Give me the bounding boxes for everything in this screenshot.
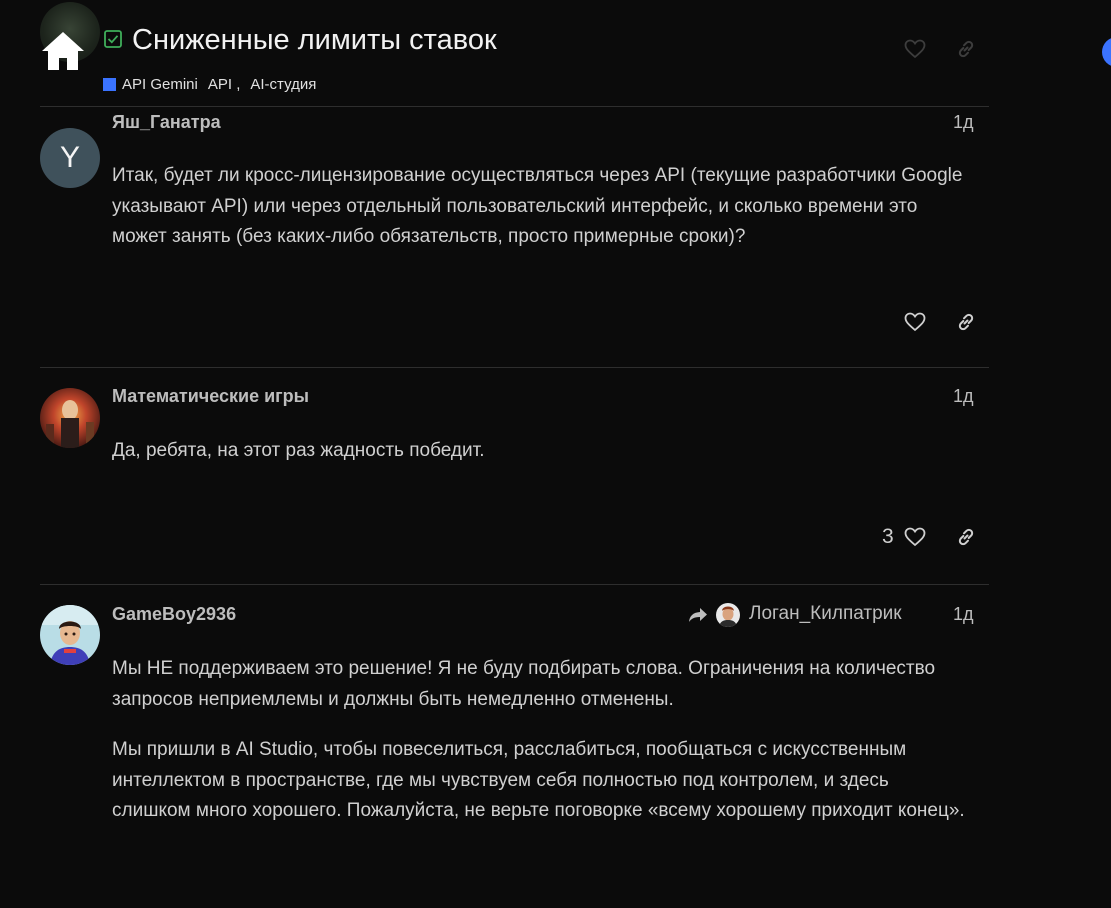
post-date[interactable]: 1д bbox=[953, 112, 974, 133]
post-body: Да, ребята, на этот раз жадность победит… bbox=[112, 436, 972, 487]
user-menu-button[interactable] bbox=[1102, 37, 1111, 67]
like-count[interactable]: 3 bbox=[882, 525, 894, 549]
post-divider bbox=[40, 584, 989, 585]
post-paragraph: Да, ребята, на этот раз жадность победит… bbox=[112, 440, 485, 461]
heart-icon[interactable] bbox=[904, 39, 926, 59]
post-date[interactable]: 1д bbox=[953, 604, 974, 625]
post-date[interactable]: 1д bbox=[953, 386, 974, 407]
post-username[interactable]: Математические игры bbox=[112, 386, 309, 407]
avatar[interactable]: Y bbox=[40, 128, 100, 188]
post-username[interactable]: GameBoy2936 bbox=[112, 604, 236, 625]
post-body: Мы НЕ поддерживаем это решение! Я не буд… bbox=[112, 654, 972, 847]
category-link[interactable]: API Gemini bbox=[122, 76, 198, 93]
avatar[interactable] bbox=[40, 388, 100, 448]
link-icon[interactable] bbox=[955, 38, 977, 60]
reply-to-avatar[interactable] bbox=[716, 603, 740, 627]
reply-to-username[interactable]: Логан_Килпатрик bbox=[749, 603, 902, 625]
category-color-badge bbox=[103, 78, 116, 91]
post-body: Итак, будет ли кросс-лицензирование осущ… bbox=[112, 161, 972, 273]
post-username[interactable]: Яш_Ганатра bbox=[112, 112, 221, 133]
reply-arrow-icon bbox=[689, 608, 707, 622]
post-divider bbox=[40, 367, 989, 368]
topic-header: Сниженные лимиты ставок API Gemini API ,… bbox=[0, 0, 1111, 106]
tag-ai-studio[interactable]: AI-студия bbox=[250, 76, 316, 93]
link-icon[interactable] bbox=[955, 311, 977, 333]
post-paragraph: Мы пришли в AI Studio, чтобы повеселитьс… bbox=[112, 739, 965, 821]
heart-icon[interactable] bbox=[904, 312, 926, 332]
topic-tags: API Gemini API , AI-студия bbox=[103, 76, 316, 93]
post-divider bbox=[40, 106, 989, 107]
link-icon[interactable] bbox=[955, 526, 977, 548]
post-paragraph: Итак, будет ли кросс-лицензирование осущ… bbox=[112, 165, 963, 247]
solved-check-icon bbox=[104, 30, 122, 48]
avatar[interactable] bbox=[40, 605, 100, 665]
topic-title[interactable]: Сниженные лимиты ставок bbox=[132, 24, 497, 57]
post-paragraph: Мы НЕ поддерживаем это решение! Я не буд… bbox=[112, 658, 936, 710]
tag-api[interactable]: API , bbox=[208, 76, 241, 93]
heart-icon[interactable] bbox=[904, 527, 926, 547]
home-icon[interactable] bbox=[40, 30, 86, 72]
